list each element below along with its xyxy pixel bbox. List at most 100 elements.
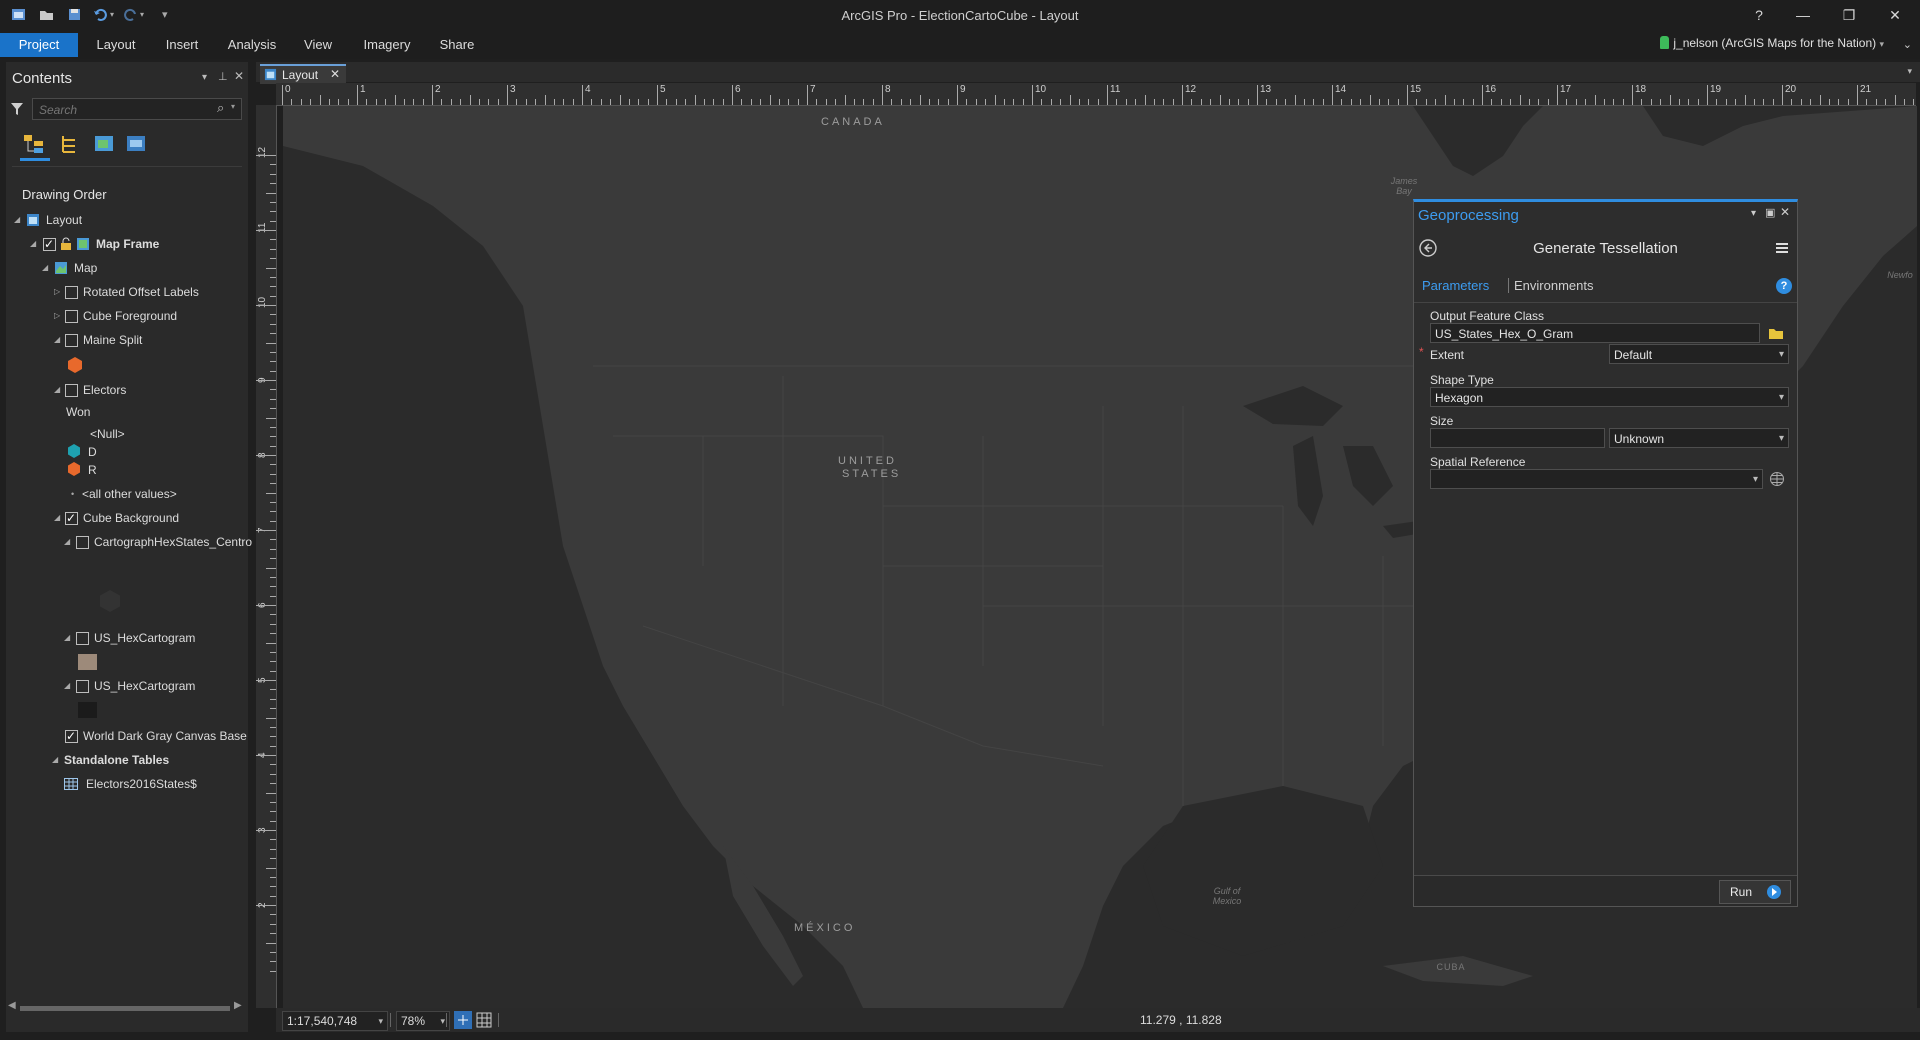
tree-item-us-hexcartogram-2[interactable]: ◢ US_HexCartogram <box>6 676 246 696</box>
snapping-icon[interactable] <box>454 1011 472 1029</box>
minimize-button[interactable]: — <box>1786 4 1820 26</box>
collapse-icon[interactable]: ◢ <box>64 532 70 552</box>
tree-item-rotated-offset-labels[interactable]: ▷ Rotated Offset Labels <box>6 282 246 302</box>
tab-layout-view[interactable]: Layout ✕ <box>260 64 346 84</box>
collapse-icon[interactable]: ◢ <box>14 210 20 230</box>
tab-share[interactable]: Share <box>432 33 482 57</box>
ruler-tick <box>1285 99 1287 105</box>
globe-icon[interactable] <box>1769 471 1785 487</box>
pane-options-icon[interactable]: ▾ <box>202 72 207 83</box>
tree-item-layout[interactable]: ◢ Layout <box>6 210 246 230</box>
list-by-drawing-order-icon[interactable] <box>22 132 46 156</box>
filter-icon[interactable] <box>10 102 24 116</box>
pin-icon[interactable]: ⊥ <box>218 70 228 83</box>
collapse-icon[interactable]: ◢ <box>54 380 60 400</box>
shape-type-dropdown[interactable]: Hexagon <box>1430 387 1789 408</box>
ruler-tick <box>270 370 276 372</box>
scroll-right-icon[interactable]: ▶ <box>234 1000 242 1011</box>
hexagon-symbol-icon[interactable] <box>68 357 82 373</box>
visibility-checkbox[interactable] <box>65 508 78 528</box>
grid-icon[interactable] <box>476 1012 492 1028</box>
restore-button[interactable]: ❐ <box>1832 4 1866 26</box>
browse-folder-icon[interactable] <box>1768 325 1784 341</box>
visibility-checkbox[interactable] <box>65 310 78 323</box>
menu-icon[interactable] <box>1775 241 1789 255</box>
visibility-checkbox[interactable] <box>65 286 78 299</box>
tab-environments[interactable]: Environments <box>1514 278 1593 293</box>
scale-dropdown[interactable]: 1:17,540,748 ▾ <box>282 1011 388 1031</box>
extent-dropdown[interactable]: Default <box>1609 344 1789 365</box>
tab-analysis[interactable]: Analysis <box>222 33 282 57</box>
tree-item-standalone-tables[interactable]: ◢ Standalone Tables <box>6 750 246 770</box>
visibility-checkbox[interactable] <box>43 234 56 254</box>
close-pane-icon[interactable]: ✕ <box>234 69 244 83</box>
texture-swatch-icon[interactable] <box>78 702 97 718</box>
help-button[interactable]: ? <box>1742 4 1776 26</box>
ruler-tick <box>769 95 771 105</box>
visibility-checkbox[interactable] <box>65 384 78 397</box>
size-input[interactable] <box>1430 428 1605 448</box>
tree-item-map-frame[interactable]: ◢ Map Frame <box>6 234 246 254</box>
tree-item-centroids[interactable]: ◢ CartographHexStates_Centro <box>6 532 252 552</box>
tab-view[interactable]: View <box>296 33 340 57</box>
tree-item-electors[interactable]: ◢ Electors <box>6 380 246 400</box>
tree-item-cube-background[interactable]: ◢ Cube Background <box>6 508 246 528</box>
ruler-number: 8 <box>885 84 891 95</box>
pane-options-icon[interactable]: ▾ <box>1751 208 1756 219</box>
collapse-icon[interactable]: ◢ <box>30 234 36 254</box>
horizontal-ruler[interactable]: 0 1 2 3 4 5 6 7 8 9 10 11 12 13 14 15 16 17 18 19 20 21 <box>276 83 1916 106</box>
list-by-labeling-icon[interactable] <box>124 132 148 156</box>
collapse-icon[interactable]: ◢ <box>54 508 60 528</box>
tab-parameters[interactable]: Parameters <box>1422 278 1489 293</box>
help-icon[interactable]: ? <box>1776 278 1792 294</box>
expand-icon[interactable]: ▷ <box>54 282 60 302</box>
ruler-tick <box>1678 99 1680 105</box>
search-icon[interactable]: ⌕ <box>217 100 224 116</box>
tree-item-us-hexcartogram-1[interactable]: ◢ US_HexCartogram <box>6 628 246 648</box>
visibility-checkbox[interactable] <box>76 680 89 693</box>
collapse-icon[interactable]: ◢ <box>52 750 58 770</box>
tree-item-world-dark-gray[interactable]: World Dark Gray Canvas Base <box>6 726 247 746</box>
tab-imagery[interactable]: Imagery <box>356 33 418 57</box>
ruler-number: 12 <box>1185 84 1197 95</box>
scrollbar-thumb[interactable] <box>20 1006 230 1011</box>
collapse-icon[interactable]: ◢ <box>54 330 60 350</box>
visibility-checkbox[interactable] <box>65 334 78 347</box>
spatial-reference-dropdown[interactable] <box>1430 469 1763 490</box>
list-by-source-icon[interactable] <box>92 132 116 156</box>
close-pane-icon[interactable]: ✕ <box>1780 205 1790 219</box>
tree-item-maine-split[interactable]: ◢ Maine Split <box>6 330 246 350</box>
collapse-icon[interactable]: ◢ <box>64 628 70 648</box>
tree-item-map[interactable]: ◢ Map <box>6 258 246 278</box>
collapse-icon[interactable]: ◢ <box>64 676 70 696</box>
tab-layout[interactable]: Layout <box>88 33 144 57</box>
visibility-checkbox[interactable] <box>65 726 78 746</box>
ribbon-collapse-icon[interactable]: ⌄ <box>1903 38 1912 51</box>
size-unit-dropdown[interactable]: Unknown <box>1609 428 1789 449</box>
tree-item-electors-table[interactable]: Electors2016States$ <box>6 774 246 794</box>
run-button[interactable]: Run <box>1719 880 1791 904</box>
tab-list-dropdown-icon[interactable]: ▾ <box>1907 66 1912 77</box>
collapse-icon[interactable]: ◢ <box>42 258 48 278</box>
maximize-icon[interactable]: ▣ <box>1765 206 1775 219</box>
user-account-button[interactable]: j_nelson (ArcGIS Maps for the Nation) ▾ <box>1660 36 1884 50</box>
tree-item-cube-foreground[interactable]: ▷ Cube Foreground <box>6 306 246 326</box>
search-input[interactable] <box>37 101 211 119</box>
horizontal-scrollbar[interactable]: ◀ ▶ <box>8 1000 244 1014</box>
scroll-left-icon[interactable]: ◀ <box>8 1000 16 1011</box>
visibility-checkbox[interactable] <box>76 536 89 549</box>
fill-swatch-icon[interactable] <box>78 654 97 670</box>
search-dropdown-icon[interactable]: ▾ <box>231 102 235 111</box>
symbol-swatch-icon[interactable] <box>100 590 120 612</box>
close-window-button[interactable]: ✕ <box>1878 4 1912 26</box>
list-by-selection-icon[interactable] <box>58 132 82 156</box>
lock-icon[interactable] <box>60 237 72 251</box>
tab-insert[interactable]: Insert <box>156 33 208 57</box>
vertical-ruler[interactable]: 12111098765432 <box>256 105 277 1008</box>
tab-project[interactable]: Project <box>0 33 78 57</box>
zoom-dropdown[interactable]: 78% ▾ <box>396 1011 450 1031</box>
output-feature-class-input[interactable]: US_States_Hex_O_Gram <box>1430 323 1760 343</box>
close-tab-icon[interactable]: ✕ <box>330 67 340 81</box>
expand-icon[interactable]: ▷ <box>54 306 60 326</box>
visibility-checkbox[interactable] <box>76 632 89 645</box>
